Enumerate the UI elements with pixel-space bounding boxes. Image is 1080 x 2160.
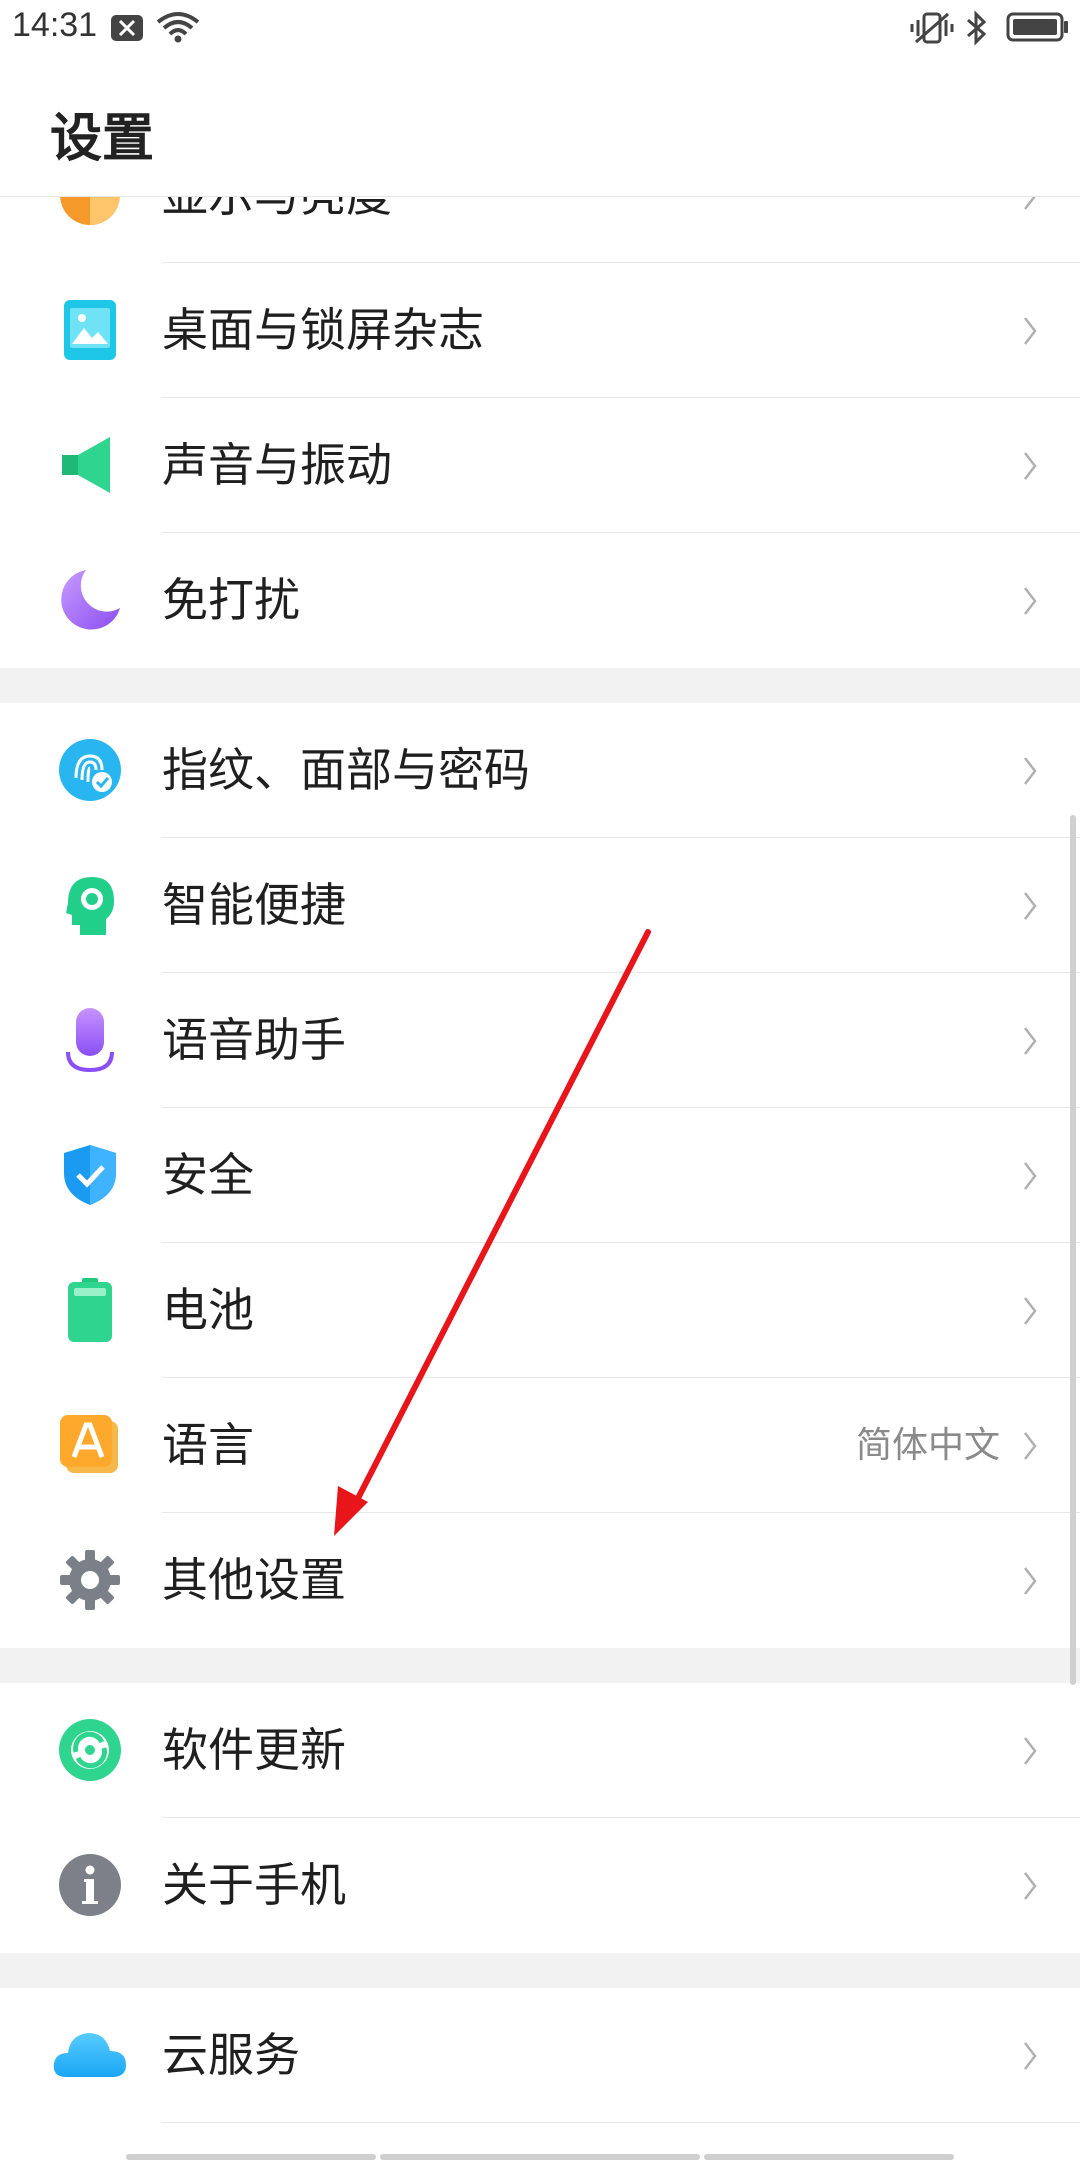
chevron-right-icon	[1024, 452, 1037, 480]
settings-item-voice[interactable]: 语音助手	[0, 973, 1080, 1108]
settings-section-cloud: 云服务	[0, 1988, 1080, 2123]
chevron-right-icon	[1024, 1567, 1037, 1595]
settings-item-battery[interactable]: 电池	[0, 1243, 1080, 1378]
chevron-right-icon	[1024, 317, 1037, 345]
status-bar: 14:31	[0, 0, 1080, 56]
notification-close-icon	[111, 15, 143, 41]
chevron-right-icon	[1024, 2042, 1037, 2070]
settings-section-system: 软件更新 关于手机	[0, 1683, 1080, 1953]
settings-item-label: 免打扰	[162, 573, 300, 627]
settings-item-label: 声音与振动	[162, 438, 392, 492]
nav-hint-right	[704, 2154, 954, 2160]
battery-status-icon	[1006, 12, 1068, 42]
settings-item-wallpaper[interactable]: 桌面与锁屏杂志	[0, 263, 1080, 398]
settings-item-label: 关于手机	[162, 1858, 346, 1912]
language-a-icon	[60, 1415, 118, 1473]
chevron-right-icon	[1024, 892, 1037, 920]
vibrate-mute-icon	[910, 12, 954, 44]
fingerprint-face-icon	[59, 739, 121, 801]
info-icon	[59, 1854, 121, 1916]
settings-item-label: 智能便捷	[162, 878, 346, 932]
settings-item-label: 安全	[162, 1148, 254, 1202]
chevron-right-icon	[1024, 587, 1037, 615]
settings-item-label: 语音助手	[162, 1013, 346, 1067]
bluetooth-icon	[967, 10, 987, 46]
speaker-icon	[62, 437, 110, 493]
settings-item-smart[interactable]: 智能便捷	[0, 838, 1080, 973]
cloud-icon	[53, 2033, 126, 2077]
settings-item-dnd[interactable]: 免打扰	[0, 533, 1080, 668]
settings-item-label: 软件更新	[162, 1723, 346, 1777]
settings-item-label: 指纹、面部与密码	[162, 743, 530, 797]
settings-item-sound[interactable]: 声音与振动	[0, 398, 1080, 533]
settings-item-about[interactable]: 关于手机	[0, 1818, 1080, 1953]
settings-item-other[interactable]: 其他设置	[0, 1513, 1080, 1648]
settings-item-label: 显示与亮度	[162, 197, 392, 263]
section-gap	[0, 1953, 1080, 1988]
moon-icon	[61, 570, 120, 630]
status-time: 14:31	[12, 6, 98, 44]
section-gap	[0, 668, 1080, 703]
wallpaper-icon	[64, 300, 116, 360]
display-brightness-icon	[60, 197, 120, 225]
chevron-right-icon	[1024, 1872, 1037, 1900]
wifi-icon	[156, 12, 200, 43]
chevron-right-icon	[1024, 1027, 1037, 1055]
sync-icon	[59, 1719, 121, 1781]
settings-item-label: 语言	[162, 1418, 254, 1472]
language-current-value: 简体中文	[855, 1425, 1000, 1466]
chevron-right-icon	[1024, 1297, 1037, 1325]
settings-section-display: 显示与亮度 桌面与锁屏杂志 声音与振	[0, 197, 1080, 668]
gear-icon	[60, 1550, 120, 1610]
settings-item-cloud[interactable]: 云服务	[0, 1988, 1080, 2123]
nav-hint-left	[126, 2154, 376, 2160]
settings-item-label: 其他设置	[162, 1553, 346, 1607]
page-title: 设置	[50, 109, 155, 169]
scrollbar[interactable]	[1070, 815, 1076, 1685]
chevron-right-icon	[1024, 757, 1037, 785]
nav-hint-center	[380, 2154, 700, 2160]
microphone-icon	[66, 1008, 114, 1072]
smart-head-icon	[66, 877, 114, 935]
row-divider	[162, 2122, 1080, 2123]
chevron-right-icon	[1024, 1162, 1037, 1190]
settings-item-label: 桌面与锁屏杂志	[162, 303, 484, 357]
settings-item-language[interactable]: 语言 简体中文	[0, 1378, 1080, 1513]
battery-icon	[68, 1278, 112, 1342]
chevron-right-icon	[1024, 1737, 1037, 1765]
shield-check-icon	[64, 1145, 116, 1205]
settings-section-security: 指纹、面部与密码 智能便捷 语音助手 安全 电池 语言 简体中文 其他设置	[0, 703, 1080, 1648]
settings-item-security[interactable]: 安全	[0, 1108, 1080, 1243]
settings-item-fingerprint[interactable]: 指纹、面部与密码	[0, 703, 1080, 838]
settings-list[interactable]: 显示与亮度 桌面与锁屏杂志 声音与振	[0, 197, 1080, 2160]
section-gap	[0, 1648, 1080, 1683]
app-header: 设置	[0, 56, 1080, 197]
settings-item-display[interactable]: 显示与亮度	[0, 197, 1080, 263]
settings-item-label: 云服务	[162, 2028, 300, 2082]
settings-item-update[interactable]: 软件更新	[0, 1683, 1080, 1818]
settings-item-label: 电池	[162, 1283, 254, 1337]
chevron-right-icon	[1024, 197, 1036, 210]
chevron-right-icon	[1024, 1432, 1037, 1460]
